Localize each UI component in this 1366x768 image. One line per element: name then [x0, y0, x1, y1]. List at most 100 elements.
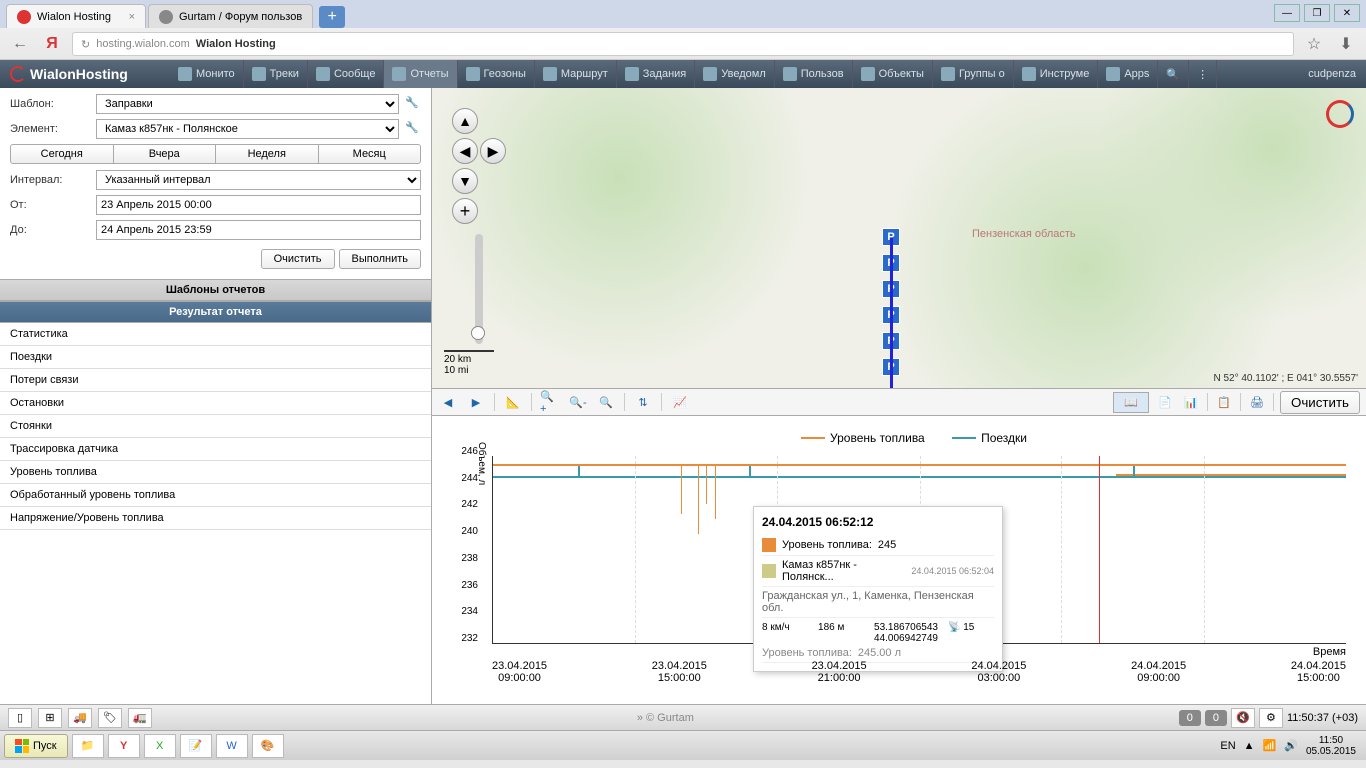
nav-item[interactable]: Маршрут — [535, 60, 617, 88]
report-item[interactable]: Обработанный уровень топлива — [0, 484, 431, 507]
report-item[interactable]: Статистика — [0, 323, 431, 346]
clear-button[interactable]: Очистить — [261, 249, 335, 269]
paint-icon[interactable]: 🎨 — [252, 734, 284, 758]
new-tab-button[interactable]: + — [319, 6, 345, 28]
report-item[interactable]: Остановки — [0, 392, 431, 415]
interval-select[interactable]: Указанный интервал — [96, 170, 421, 190]
map[interactable]: ▲ ◀ ▶ ▼ + 20 km 10 mi Пензенская область… — [432, 88, 1366, 388]
window-minimize-button[interactable]: — — [1274, 4, 1300, 22]
zoom-slider[interactable] — [475, 234, 483, 344]
notification-badge[interactable]: 0 — [1179, 710, 1201, 726]
trip-step — [578, 466, 580, 476]
settings-icon[interactable]: ⚙ — [1259, 708, 1283, 728]
yandex-button[interactable]: Я — [40, 32, 64, 56]
report-item[interactable]: Уровень топлива — [0, 461, 431, 484]
excel-icon[interactable]: 📊 — [1181, 392, 1201, 412]
nav-item[interactable]: Инструме — [1014, 60, 1099, 88]
element-select[interactable]: Камаз к857нк - Полянское — [96, 119, 399, 139]
from-input[interactable] — [96, 195, 421, 215]
window-close-button[interactable]: ✕ — [1334, 4, 1360, 22]
nav-item[interactable]: Пользов — [775, 60, 853, 88]
play-icon[interactable]: ▶ — [466, 392, 486, 412]
zoom-thumb[interactable] — [471, 326, 485, 340]
menu-button[interactable]: ⋮ — [1189, 60, 1217, 88]
sound-icon[interactable]: 🔇 — [1231, 708, 1255, 728]
tag-icon[interactable]: 🏷 — [98, 708, 122, 728]
grid-icon[interactable]: ⊞ — [38, 708, 62, 728]
nav-item[interactable]: Группы о — [933, 60, 1014, 88]
wrench-icon[interactable]: 🔧 — [405, 96, 421, 112]
zoom-reset-icon[interactable]: 🔍 — [596, 392, 616, 412]
report-item[interactable]: Потери связи — [0, 369, 431, 392]
x-axis-title: Время — [1313, 646, 1346, 658]
map-left-button[interactable]: ◀ — [452, 138, 478, 164]
nav-item[interactable]: Apps — [1098, 60, 1158, 88]
nav-item[interactable]: Задания — [617, 60, 695, 88]
zoom-in-icon[interactable]: 🔍+ — [540, 392, 560, 412]
message-badge[interactable]: 0 — [1205, 710, 1227, 726]
templates-panel-header[interactable]: Шаблоны отчетов — [0, 279, 431, 301]
layout-icon[interactable]: ▯ — [8, 708, 32, 728]
volume-icon[interactable]: 🔊 — [1284, 739, 1298, 752]
nav-item[interactable]: Уведомл — [695, 60, 774, 88]
chart-icon[interactable]: 📈 — [670, 392, 690, 412]
user-menu[interactable]: cudpenza — [1298, 68, 1366, 80]
tray-chevron-icon[interactable]: ▲ — [1244, 740, 1255, 752]
word-icon[interactable]: W — [216, 734, 248, 758]
yandex-browser-icon[interactable]: Y — [108, 734, 140, 758]
window-maximize-button[interactable]: ❐ — [1304, 4, 1330, 22]
copy-icon[interactable]: 📋 — [1214, 392, 1234, 412]
excel-icon[interactable]: X — [144, 734, 176, 758]
chart-plot[interactable]: 24.04.2015 06:52:12 Уровень топлива: 245… — [492, 456, 1346, 644]
download-icon[interactable]: ⬇ — [1334, 32, 1358, 56]
zoom-out-icon[interactable]: 🔍- — [568, 392, 588, 412]
execute-button[interactable]: Выполнить — [339, 249, 421, 269]
system-clock[interactable]: 11:50 05.05.2015 — [1306, 735, 1356, 757]
tab-close-icon[interactable]: × — [129, 11, 135, 23]
notepad-icon[interactable]: 📝 — [180, 734, 212, 758]
report-item[interactable]: Поездки — [0, 346, 431, 369]
print-icon[interactable]: 🖨 — [1247, 392, 1267, 412]
nav-item[interactable]: Геозоны — [458, 60, 535, 88]
bookmark-icon[interactable]: ☆ — [1302, 32, 1326, 56]
browser-tab[interactable]: Gurtam / Форум пользов — [148, 4, 313, 28]
nav-item[interactable]: Сообще — [308, 60, 385, 88]
explorer-icon[interactable]: 📁 — [72, 734, 104, 758]
start-button[interactable]: Пуск — [4, 734, 68, 758]
template-select[interactable]: Заправки — [96, 94, 399, 114]
map-down-button[interactable]: ▼ — [452, 168, 478, 194]
url-input[interactable]: ↻ hosting.wialon.com Wialon Hosting — [72, 32, 1294, 56]
map-right-button[interactable]: ▶ — [480, 138, 506, 164]
to-input[interactable] — [96, 220, 421, 240]
network-icon[interactable]: 📶 — [1263, 739, 1277, 752]
nav-item[interactable]: Объекты — [853, 60, 933, 88]
chart-clear-button[interactable]: Очистить — [1280, 391, 1360, 414]
refresh-icon[interactable]: ⇅ — [633, 392, 653, 412]
chart[interactable]: Уровень топлива Поездки 2462442422402382… — [432, 416, 1366, 704]
week-button[interactable]: Неделя — [216, 144, 319, 164]
browser-tab-active[interactable]: Wialon Hosting × — [6, 4, 146, 28]
today-button[interactable]: Сегодня — [10, 144, 114, 164]
view-tab[interactable]: 📖 — [1113, 392, 1149, 413]
pdf-icon[interactable]: 📄 — [1155, 392, 1175, 412]
axis-icon[interactable]: 📐 — [503, 392, 523, 412]
result-panel-header[interactable]: Результат отчета — [0, 301, 431, 323]
search-button[interactable]: 🔍 — [1158, 60, 1189, 88]
truck-icon[interactable]: 🚚 — [68, 708, 92, 728]
wrench-icon[interactable]: 🔧 — [405, 121, 421, 137]
report-item[interactable]: Стоянки — [0, 415, 431, 438]
play-back-icon[interactable]: ◀ — [438, 392, 458, 412]
back-button[interactable]: ← — [8, 32, 32, 56]
month-button[interactable]: Месяц — [319, 144, 422, 164]
nav-item[interactable]: Отчеты — [384, 60, 457, 88]
language-indicator[interactable]: EN — [1220, 740, 1235, 752]
yesterday-button[interactable]: Вчера — [114, 144, 217, 164]
reload-icon[interactable]: ↻ — [81, 38, 90, 51]
report-item[interactable]: Напряжение/Уровень топлива — [0, 507, 431, 530]
nav-item[interactable]: Треки — [244, 60, 308, 88]
zoom-in-button[interactable]: + — [452, 198, 478, 224]
nav-item[interactable]: Монито — [170, 60, 244, 88]
report-item[interactable]: Трассировка датчика — [0, 438, 431, 461]
map-up-button[interactable]: ▲ — [452, 108, 478, 134]
fleet-icon[interactable]: 🚛 — [128, 708, 152, 728]
